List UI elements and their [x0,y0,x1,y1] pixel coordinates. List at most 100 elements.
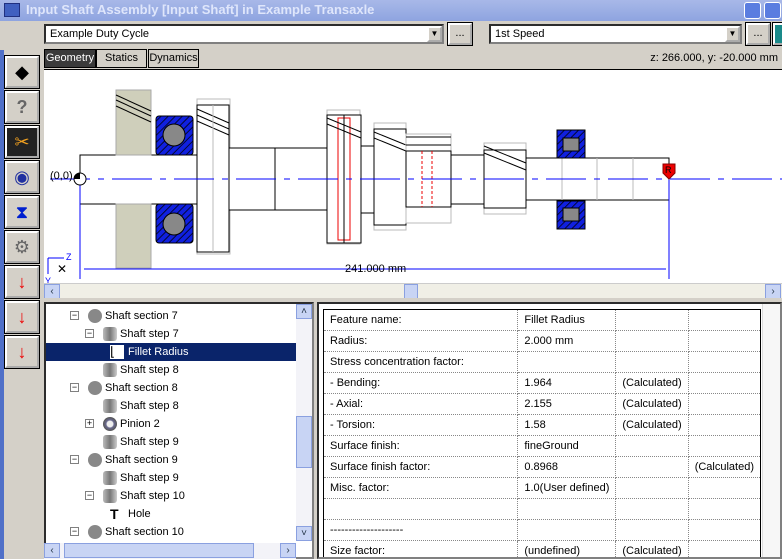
tree-item[interactable]: Shaft section 8 [105,379,178,397]
tree-item[interactable]: Pinion 2 [120,415,160,433]
property-value[interactable]: 0.8968 [517,456,617,478]
scroll-down-button[interactable]: ˅ [296,526,312,541]
tree-horizontal-scrollbar[interactable]: ‹ › [44,543,296,559]
property-value [687,519,762,541]
gear-1[interactable] [115,89,152,156]
left-toolbar: ◆ ? ✂ ◉ ⧗ ⚙ ↓ ↓ ↓ [0,50,42,559]
shaft-section-icon [88,309,102,323]
property-row: Stress concentration factor: [322,351,762,373]
collapse-icon[interactable]: − [70,383,79,392]
scroll-right-button[interactable]: › [765,284,781,298]
property-label: - Bending: [322,372,519,394]
property-value [615,477,689,499]
shaft-drawing: R (0,0) 241.000 mm Z Y ✕ [45,89,782,286]
property-label: - Torsion: [322,414,519,436]
collapse-icon[interactable]: − [70,527,79,536]
property-row: -------------------- [322,519,762,541]
tree-item[interactable]: Shaft section 10 [105,523,184,541]
property-value [687,372,762,394]
property-label [322,498,519,520]
shaft-drawing-canvas[interactable]: R (0,0) 241.000 mm Z Y ✕ ‹ › [44,69,782,298]
tree-item[interactable]: Shaft step 8 [120,361,179,379]
tree-item-label: Shaft step 7 [120,328,179,340]
gear-edit-button[interactable]: ... [745,22,771,46]
property-value [687,540,762,557]
property-value[interactable]: 2.000 mm [517,330,617,352]
tree-item[interactable]: Fillet Radius [46,343,296,361]
property-value [687,351,762,373]
duty-cycle-select[interactable]: Example Duty Cycle ▼ [44,24,444,44]
drawing-horizontal-scrollbar[interactable]: ‹ › [44,283,782,298]
collapse-icon[interactable]: − [70,311,79,320]
support-icon[interactable]: ⧗ [4,195,40,229]
svg-text:Z: Z [66,252,72,262]
tree-item[interactable]: Shaft step 10 [120,487,185,505]
property-label: Size factor: [322,540,519,557]
collapse-icon[interactable]: − [85,491,94,500]
property-row: Misc. factor: 1.0(User defined) [322,477,762,499]
property-value[interactable]: 1.0(User defined) [517,477,617,499]
property-value [615,456,689,478]
property-value: (Calculated) [615,414,689,436]
collapse-icon[interactable]: − [85,329,94,338]
tree-item[interactable]: Shaft section 9 [105,451,178,469]
property-value[interactable]: 2.155 [517,393,617,415]
property-row [322,498,762,520]
eraser-icon[interactable]: ◆ [4,55,40,89]
scroll-up-button[interactable]: ˄ [296,304,312,319]
property-value [687,435,762,457]
calculator-icon[interactable] [772,22,782,46]
tab-geometry[interactable]: Geometry [44,49,96,68]
report-arrow-icon[interactable]: ↓ [4,335,40,369]
tree-item[interactable]: Shaft section 7 [105,307,178,325]
scroll-left-button[interactable]: ‹ [44,543,60,558]
tree-item[interactable]: Shaft step 9 [120,469,179,487]
property-value[interactable]: 1.58 [517,414,617,436]
property-row: - Torsion: 1.58 (Calculated) [322,414,762,436]
tree-item[interactable]: Shaft step 7 [120,325,179,343]
gear-icon[interactable]: ⚙ [4,230,40,264]
scroll-left-button[interactable]: ‹ [44,284,60,298]
tab-dynamics[interactable]: Dynamics [148,49,199,68]
chevron-down-icon[interactable]: ▼ [725,26,740,42]
properties-panel: Feature name: Fillet Radius Radius: 2.000 m… [317,302,782,559]
chevron-down-icon[interactable]: ▼ [427,26,442,42]
bearing-icon[interactable]: ◉ [4,160,40,194]
expand-icon[interactable]: + [85,419,94,428]
maximize-button[interactable] [764,2,781,19]
property-value[interactable]: 1.964 [517,372,617,394]
tab-statics[interactable]: Statics [96,49,147,68]
tree-item[interactable]: Shaft step 9 [120,433,179,451]
shaft-step-icon [103,435,117,449]
property-value[interactable] [517,498,617,520]
scroll-right-button[interactable]: › [280,543,296,558]
property-value[interactable]: (undefined) [517,540,617,557]
app-icon[interactable] [4,3,20,17]
property-value[interactable] [517,351,617,373]
tree-vertical-scrollbar[interactable]: ˄ ˅ [296,304,312,541]
help-icon[interactable]: ? [4,90,40,124]
property-row: - Bending: 1.964 (Calculated) [322,372,762,394]
property-label: Surface finish: [322,435,519,457]
property-value[interactable]: Fillet Radius [517,309,617,331]
load-arrow-icon[interactable]: ↓ [4,265,40,299]
minimize-button[interactable] [744,2,761,19]
tree-item[interactable]: Shaft step 8 [120,397,179,415]
moment-arrow-icon[interactable]: ↓ [4,300,40,334]
assembly-tree[interactable]: − Shaft section 7 − Shaft step 7 Fillet Radi… [44,302,314,559]
cut-icon[interactable]: ✂ [4,125,40,159]
gear-select[interactable]: 1st Speed ▼ [489,24,742,44]
property-value [687,309,762,331]
duty-cycle-edit-button[interactable]: ... [447,22,473,46]
properties-table: Feature name: Fillet Radius Radius: 2.000 m… [322,309,762,557]
scroll-thumb[interactable] [404,284,418,298]
properties-scrollbar[interactable] [762,304,780,557]
collapse-icon[interactable]: − [70,455,79,464]
property-value[interactable] [517,519,617,541]
property-value[interactable]: fineGround [517,435,617,457]
axis-indicator-icon: Z Y ✕ [45,252,72,286]
property-value [615,519,689,541]
tree-item[interactable]: Hole [128,505,151,523]
scroll-thumb[interactable] [296,416,312,468]
scroll-thumb[interactable] [64,543,254,558]
